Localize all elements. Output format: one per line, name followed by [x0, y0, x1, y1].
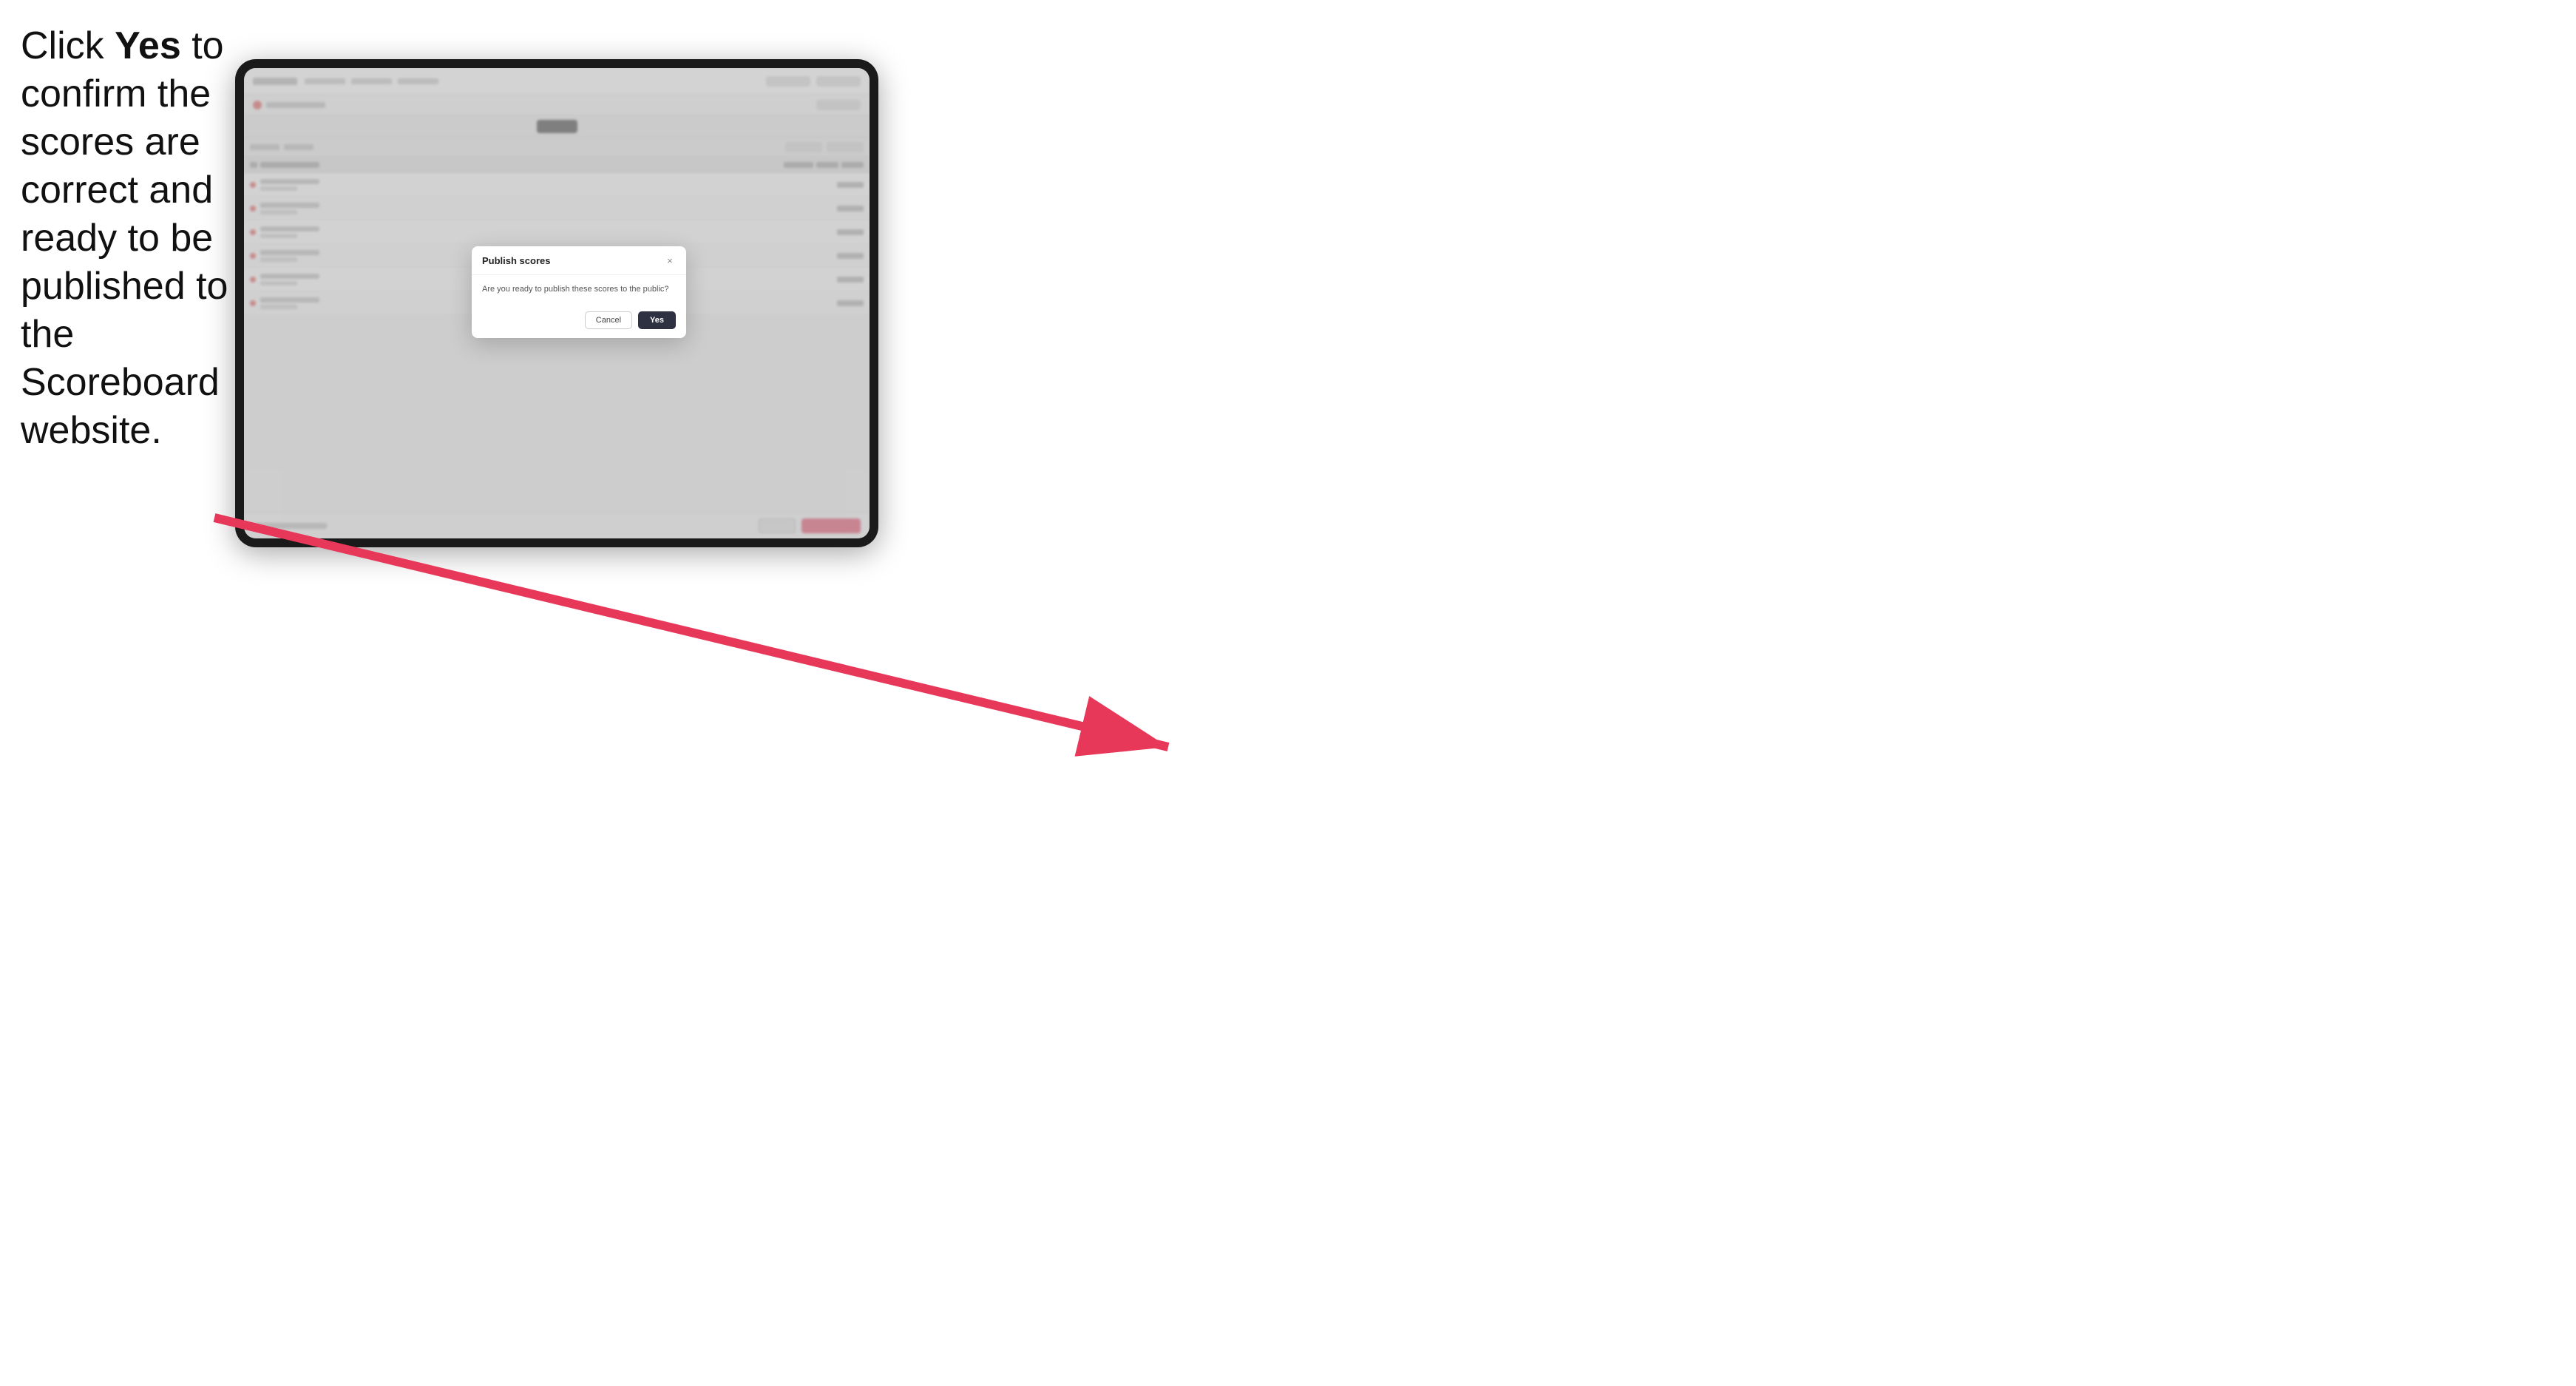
tablet-screen: Publish scores × Are you ready to publis…: [244, 68, 870, 538]
instruction-text: Click Yes to confirm the scores are corr…: [21, 22, 235, 455]
yes-button[interactable]: Yes: [638, 311, 676, 329]
modal-close-button[interactable]: ×: [664, 255, 676, 267]
modal-title: Publish scores: [482, 255, 550, 266]
modal-dialog: Publish scores × Are you ready to publis…: [472, 246, 686, 338]
modal-header: Publish scores ×: [472, 246, 686, 275]
modal-overlay: Publish scores × Are you ready to publis…: [244, 68, 870, 538]
modal-body-text: Are you ready to publish these scores to…: [482, 284, 676, 295]
cancel-button[interactable]: Cancel: [585, 311, 632, 329]
modal-footer: Cancel Yes: [472, 304, 686, 338]
modal-body: Are you ready to publish these scores to…: [472, 275, 686, 304]
tablet-device: Publish scores × Are you ready to publis…: [235, 59, 878, 547]
